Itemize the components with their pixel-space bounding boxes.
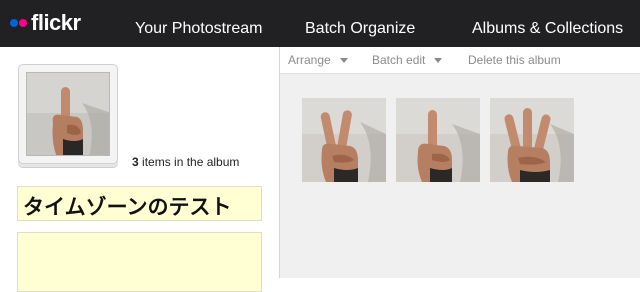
item-count-suffix: items in the album [138, 155, 240, 169]
album-toolbar: Arrange Batch edit Delete this album [280, 47, 640, 74]
album-title-field[interactable]: タイムゾーンのテスト [17, 186, 262, 221]
album-cover[interactable] [18, 64, 118, 164]
chevron-down-icon [434, 57, 443, 63]
arrange-dropdown[interactable]: Arrange [288, 53, 348, 67]
flickr-logo[interactable]: flickr [10, 10, 81, 35]
nav-batch-organize[interactable]: Batch Organize [305, 20, 415, 38]
nav-albums-collections[interactable]: Albums & Collections [472, 20, 623, 38]
logo-pink-dot-icon [19, 19, 27, 27]
two-fingers-photo-icon [302, 98, 386, 182]
one-finger-photo-icon [396, 98, 480, 182]
top-nav-bar: flickr Your Photostream Batch Organize A… [0, 0, 640, 47]
photo-thumbnail[interactable] [396, 98, 480, 182]
photo-thumbnail[interactable] [490, 98, 574, 182]
chevron-down-icon [339, 57, 348, 63]
delete-album-link[interactable]: Delete this album [468, 53, 561, 67]
album-item-count: 3 items in the album [132, 155, 239, 169]
item-count-number: 3 [132, 155, 139, 169]
album-info-panel: 3 items in the album タイムゾーンのテスト [0, 47, 278, 292]
batch-edit-label: Batch edit [372, 53, 426, 67]
logo-text: flickr [31, 10, 81, 35]
batch-edit-dropdown[interactable]: Batch edit [372, 53, 443, 67]
album-photos-area: Arrange Batch edit Delete this album [279, 47, 640, 278]
album-cover-photo [26, 72, 110, 156]
nav-your-photostream[interactable]: Your Photostream [135, 20, 262, 38]
logo-blue-dot-icon [10, 19, 18, 27]
photo-thumbnail[interactable] [302, 98, 386, 182]
album-description-field[interactable] [17, 232, 262, 292]
arrange-label: Arrange [288, 53, 331, 67]
three-fingers-photo-icon [490, 98, 574, 182]
